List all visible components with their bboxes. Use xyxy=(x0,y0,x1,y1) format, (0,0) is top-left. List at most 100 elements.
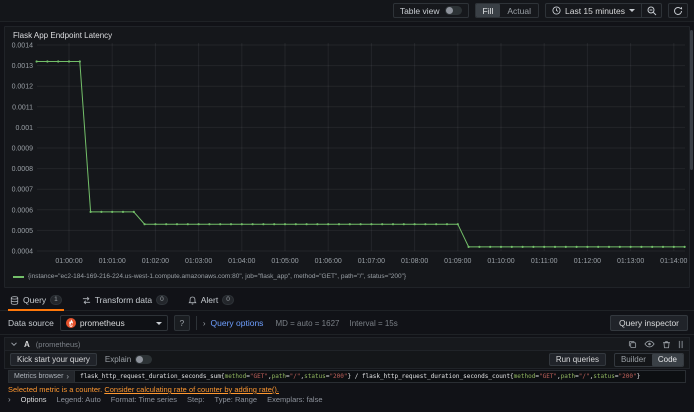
svg-text:01:03:00: 01:03:00 xyxy=(185,258,212,265)
magnifier-minus-icon xyxy=(647,6,656,15)
option-step: Step: xyxy=(187,395,205,404)
builder-mode-button[interactable]: Builder xyxy=(615,354,652,366)
options-label[interactable]: Options xyxy=(21,395,47,404)
svg-text:0.0009: 0.0009 xyxy=(12,146,34,153)
max-data-points-value: MD = auto = 1627 xyxy=(275,318,340,328)
tab-label: Transform data xyxy=(94,295,153,305)
collapse-chevron-icon[interactable] xyxy=(10,340,18,348)
query-toolbar-row: Kick start your query Explain Run querie… xyxy=(4,351,690,369)
query-options-summary: MD = auto = 1627 Interval = 15s xyxy=(275,319,397,328)
clock-icon xyxy=(552,6,561,15)
svg-text:01:00:00: 01:00:00 xyxy=(55,258,82,265)
chevron-right-icon: › xyxy=(66,372,70,381)
time-range-picker[interactable]: Last 15 minutes xyxy=(546,4,641,17)
query-options-toggle[interactable]: › Query options xyxy=(203,318,264,328)
table-view-label: Table view xyxy=(399,5,440,16)
svg-text:01:06:00: 01:06:00 xyxy=(315,258,342,265)
actual-button[interactable]: Actual xyxy=(500,4,538,17)
svg-text:01:10:00: 01:10:00 xyxy=(487,258,514,265)
query-datasource-hint: (prometheus) xyxy=(35,339,81,349)
counter-warning: Selected metric is a counter. Consider c… xyxy=(8,385,279,394)
bell-icon xyxy=(188,296,197,305)
svg-text:01:09:00: 01:09:00 xyxy=(444,258,471,265)
fill-button[interactable]: Fill xyxy=(475,4,501,17)
svg-text:0.0007: 0.0007 xyxy=(12,187,34,194)
metrics-browser-label: Metrics browser xyxy=(14,373,64,380)
scrollbar-thumb[interactable] xyxy=(690,30,693,170)
query-options-label: Query options xyxy=(210,318,264,328)
divider xyxy=(195,316,197,330)
promql-editor[interactable]: Metrics browser › flask_http_request_dur… xyxy=(8,370,686,383)
remove-query-trash-icon[interactable] xyxy=(662,340,671,349)
svg-text:01:05:00: 01:05:00 xyxy=(271,258,298,265)
legend-series-swatch xyxy=(13,275,24,278)
svg-text:0.0012: 0.0012 xyxy=(12,84,34,91)
transform-arrows-icon xyxy=(82,296,91,305)
tab-alert[interactable]: Alert 0 xyxy=(186,290,236,310)
svg-text:0.0005: 0.0005 xyxy=(12,228,34,235)
duplicate-query-icon[interactable] xyxy=(628,340,637,349)
code-mode-button[interactable]: Code xyxy=(651,353,683,366)
builder-code-segmented: Builder Code xyxy=(613,352,684,367)
option-legend: Legend: Auto xyxy=(56,395,101,404)
prometheus-icon xyxy=(65,318,76,328)
latency-chart-svg[interactable]: 0.0014 0.0013 0.0012 0.0011 0.001 0.0009 0.000… xyxy=(5,27,691,269)
option-exemplars: Exemplars: false xyxy=(267,395,323,404)
chevron-down-icon xyxy=(155,321,162,325)
table-view-control[interactable]: Table view xyxy=(392,3,469,18)
table-view-toggle[interactable] xyxy=(444,6,462,15)
warning-text: Selected metric is a counter. xyxy=(8,385,103,394)
refresh-button[interactable] xyxy=(668,3,688,18)
database-icon xyxy=(10,295,19,305)
tab-count-badge: 0 xyxy=(156,295,168,305)
legend-series-label: {instance="ec2-184-169-216-224.us-west-1… xyxy=(28,273,407,280)
svg-text:0.0006: 0.0006 xyxy=(12,207,34,214)
kick-start-query-button[interactable]: Kick start your query xyxy=(10,353,97,366)
interval-value: Interval = 15s xyxy=(349,318,398,328)
zoom-out-time-button[interactable] xyxy=(641,4,661,17)
time-range-label: Last 15 minutes xyxy=(564,5,625,16)
svg-text:0.0008: 0.0008 xyxy=(12,166,34,173)
svg-text:0.0011: 0.0011 xyxy=(12,104,33,111)
datasource-value: prometheus xyxy=(79,318,125,328)
svg-text:01:01:00: 01:01:00 xyxy=(99,258,126,265)
chevron-right-icon[interactable]: › xyxy=(8,395,11,404)
query-row-actions xyxy=(628,340,684,349)
explain-toggle[interactable] xyxy=(135,355,153,364)
tab-transform-data[interactable]: Transform data 0 xyxy=(80,290,170,310)
svg-text:0.0014: 0.0014 xyxy=(12,43,34,50)
tab-label: Query xyxy=(23,295,47,305)
query-options-footer: › Options Legend: Auto Format: Time seri… xyxy=(8,395,323,404)
query-inspector-button[interactable]: Query inspector xyxy=(610,315,688,331)
datasource-picker[interactable]: prometheus xyxy=(59,315,168,331)
metrics-browser-button[interactable]: Metrics browser › xyxy=(9,371,76,382)
chevron-right-icon: › xyxy=(202,318,206,328)
svg-text:01:11:00: 01:11:00 xyxy=(531,258,558,265)
datasource-label: Data source xyxy=(8,318,54,328)
tab-count-badge: 1 xyxy=(50,295,62,305)
svg-text:01:12:00: 01:12:00 xyxy=(574,258,601,265)
svg-text:0.001: 0.001 xyxy=(15,125,33,132)
svg-text:01:08:00: 01:08:00 xyxy=(401,258,428,265)
tab-label: Alert xyxy=(200,295,219,305)
run-queries-button[interactable]: Run queries xyxy=(548,353,606,366)
svg-text:0.0013: 0.0013 xyxy=(12,63,34,70)
query-row-header[interactable]: A (prometheus) xyxy=(4,337,690,351)
panel-title: Flask App Endpoint Latency xyxy=(13,31,113,40)
promql-expression[interactable]: flask_http_request_duration_seconds_sum{… xyxy=(75,373,640,380)
datasource-help-button[interactable]: ? xyxy=(173,315,190,331)
explain-control: Explain xyxy=(104,355,153,364)
hide-response-eye-icon[interactable] xyxy=(644,340,655,348)
editor-top-bar: Table view Fill Actual Last 15 minutes xyxy=(0,0,694,22)
warning-rate-hint-link[interactable]: Consider calculating rate of counter by … xyxy=(104,385,279,394)
svg-text:01:02:00: 01:02:00 xyxy=(142,258,169,265)
tab-count-badge: 0 xyxy=(222,295,234,305)
grafana-panel-editor: { "header": { "table_view_label": "Table… xyxy=(0,0,694,412)
explain-label: Explain xyxy=(104,355,132,364)
query-ref-id: A xyxy=(24,339,30,349)
legend-item[interactable]: {instance="ec2-184-169-216-224.us-west-1… xyxy=(13,273,406,280)
svg-text:0.0004: 0.0004 xyxy=(12,249,34,256)
latency-panel: Flask App Endpoint Latency 0.0014 0.0013 0… xyxy=(4,26,690,288)
tab-query[interactable]: Query 1 xyxy=(8,290,64,311)
drag-handle-icon[interactable] xyxy=(678,340,684,349)
